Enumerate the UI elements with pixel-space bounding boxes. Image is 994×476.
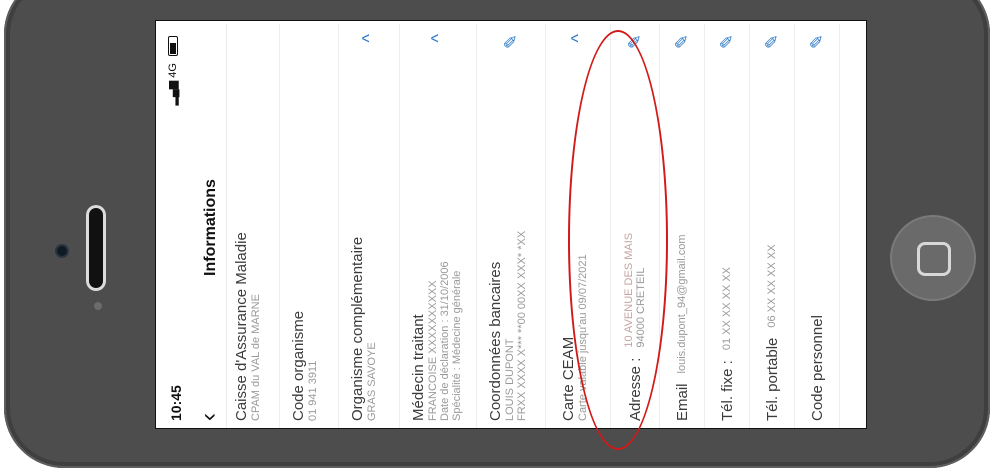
list-item-code-organisme[interactable]: Code organisme 01 941 3911 [280, 24, 339, 428]
edit-pencil-icon[interactable]: ✎ [716, 34, 738, 49]
front-camera [57, 246, 67, 256]
network-label: 4G [167, 63, 179, 78]
info-list: Caisse d'Assurance Maladie CPAM du VAL d… [227, 24, 840, 428]
row-subtitle: FRANCOISE XXXXXXXXXX [427, 280, 439, 421]
list-item-organisme-complementaire[interactable]: Organisme complémentaire GRAS SAVOYE ^ [339, 24, 400, 428]
row-subtitle: FRXX XXXX X*** **00 00XX XXX* *XX [516, 230, 528, 421]
row-subtitle: Spécialité : Médecine générale [451, 270, 463, 421]
list-item-medecin-traitant[interactable]: Médecin traitant FRANCOISE XXXXXXXXXX Da… [400, 24, 477, 428]
row-subtitle: LOUIS DUPONT [504, 338, 516, 421]
list-item-tel-fixe[interactable]: Tél. fixe : 01 XX XX XX XX ✎ [705, 24, 750, 428]
expand-chevron-icon[interactable]: ^ [567, 34, 589, 42]
proximity-sensor [94, 302, 102, 310]
email-value: louis.dupont_94@gmail.com [676, 234, 688, 374]
email-label: Email [673, 383, 691, 421]
row-subtitle: GRAS SAVOYE [366, 342, 378, 421]
page-title: Informations [202, 179, 219, 276]
phone-screen: 10:45 ▂▄▆ 4G ‹ Informations Caisse d'Ass… [155, 20, 867, 429]
edit-pencil-icon[interactable]: ✎ [671, 34, 693, 49]
navigation-bar: ‹ Informations [194, 24, 227, 428]
row-title: Médecin traitant [410, 314, 427, 421]
expand-chevron-icon[interactable]: ^ [358, 34, 380, 42]
home-button[interactable] [890, 215, 976, 301]
row-title: Coordonnées bancaires [487, 261, 504, 421]
tel-portable-value: 06 XX XX XX XX [766, 244, 778, 328]
code-personnel-label: Code personnel [808, 315, 826, 421]
row-title: Code organisme [290, 310, 307, 421]
highlight-annotation-oval [568, 30, 668, 450]
row-subtitle: 01 941 3911 [307, 360, 319, 421]
tel-fixe-label: Tél. fixe : [718, 360, 736, 421]
list-item-coordonnees-bancaires[interactable]: Coordonnées bancaires LOUIS DUPONT FRXX … [477, 24, 546, 428]
network-indicator: ▂▄▆ 4G [166, 36, 179, 106]
status-bar: 10:45 ▂▄▆ 4G [156, 24, 194, 428]
row-subtitle: Date de déclaration : 31/10/2006 [439, 261, 451, 421]
battery-icon [168, 36, 179, 56]
tel-fixe-value: 01 XX XX XX XX [721, 266, 733, 351]
earpiece-speaker [86, 205, 106, 291]
edit-pencil-icon[interactable]: ✎ [761, 34, 783, 49]
edit-pencil-icon[interactable]: ✎ [500, 34, 522, 49]
edit-pencil-icon[interactable]: ✎ [806, 34, 828, 49]
row-title: Caisse d'Assurance Maladie [233, 232, 250, 421]
status-time: 10:45 [168, 385, 184, 421]
list-item-code-personnel[interactable]: Code personnel ✎ [795, 24, 840, 428]
signal-icon: ▂▄▆ [167, 80, 179, 106]
list-item-tel-portable[interactable]: Tél. portable 06 XX XX XX XX ✎ [750, 24, 795, 428]
expand-chevron-icon[interactable]: ^ [427, 34, 449, 42]
app-content: 10:45 ▂▄▆ 4G ‹ Informations Caisse d'Ass… [156, 24, 866, 428]
row-subtitle: CPAM du VAL de MARNE [250, 294, 262, 421]
row-title: Organisme complémentaire [349, 236, 366, 421]
list-item-caisse[interactable]: Caisse d'Assurance Maladie CPAM du VAL d… [227, 24, 280, 428]
home-square-icon [917, 242, 951, 276]
tel-portable-label: Tél. portable [763, 337, 781, 421]
